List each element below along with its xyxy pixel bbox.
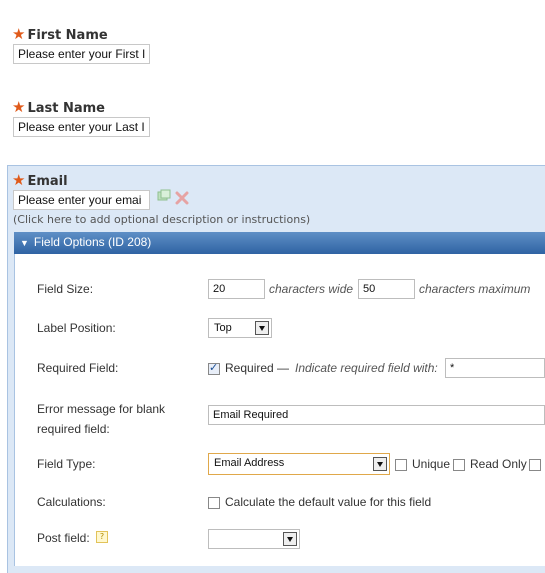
description-hint[interactable]: (Click here to add optional description … (13, 213, 310, 226)
dropdown-arrow-icon (255, 321, 269, 335)
last-name-input[interactable]: Please enter your Last I (13, 117, 150, 137)
required-star-icon: ★ (12, 171, 26, 189)
dropdown-arrow-icon (283, 532, 297, 546)
email-input[interactable]: Please enter your emai (13, 190, 150, 210)
required-star-icon: ★ (12, 25, 26, 43)
duplicate-icon[interactable] (157, 189, 171, 203)
field-type-label: Field Type: (37, 457, 96, 471)
label-position-select[interactable]: Top (208, 318, 272, 338)
required-indicator-text: Indicate required field with: (295, 361, 438, 375)
collapse-arrow-icon: ▼ (20, 238, 29, 248)
last-name-label: ★ Last Name (12, 98, 106, 116)
first-name-input[interactable]: Please enter your First I (13, 44, 150, 64)
required-field-label: Required Field: (37, 361, 119, 375)
label-position-value: Top (214, 322, 232, 334)
post-field-select[interactable] (208, 529, 300, 549)
required-checkbox-label: Required — (225, 361, 290, 375)
error-message-label: Error message for blank required field: (37, 402, 166, 436)
required-star-icon: ★ (12, 98, 26, 116)
read-only-checkbox[interactable] (453, 459, 465, 471)
calculate-default-checkbox[interactable] (208, 497, 220, 509)
chars-wide-text: characters wide (269, 282, 354, 296)
post-field-label: Post field: (37, 531, 90, 545)
email-label: ★ Email (12, 171, 68, 189)
extra-checkbox[interactable] (529, 459, 541, 471)
field-type-value: Email Address (214, 457, 285, 469)
label-position-label: Label Position: (37, 321, 116, 335)
read-only-label: Read Only (470, 457, 527, 471)
unique-label: Unique (412, 457, 451, 471)
error-message-input[interactable]: Email Required (208, 405, 545, 425)
dropdown-arrow-icon (373, 457, 387, 471)
first-name-label: ★ First Name (12, 25, 108, 43)
delete-icon[interactable] (175, 191, 189, 205)
field-options-header[interactable]: ▼ Field Options (ID 208) (14, 232, 545, 254)
chars-max-text: characters maximum (419, 282, 531, 296)
calculations-label: Calculations: (37, 495, 106, 509)
field-size-width-input[interactable]: 20 (208, 279, 265, 299)
calculate-default-label: Calculate the default value for this fie… (225, 495, 432, 509)
required-checkbox[interactable] (208, 361, 220, 375)
field-type-select[interactable]: Email Address (208, 453, 390, 475)
help-icon[interactable]: ? (96, 531, 108, 543)
unique-checkbox[interactable] (395, 459, 407, 471)
field-size-max-input[interactable]: 50 (358, 279, 415, 299)
field-size-label: Field Size: (37, 282, 94, 296)
required-indicator-input[interactable]: * (445, 358, 545, 378)
